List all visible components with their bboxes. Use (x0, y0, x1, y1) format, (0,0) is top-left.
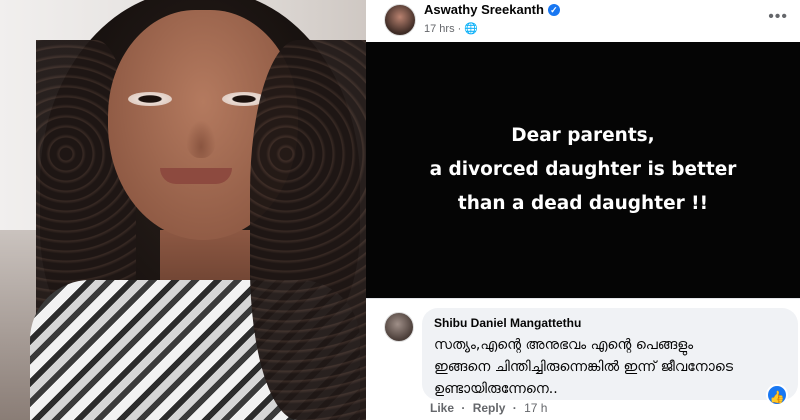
like-button[interactable]: Like (430, 401, 454, 415)
post-image[interactable]: Dear parents, a divorced daughter is bet… (366, 42, 800, 298)
left-eye (128, 92, 172, 106)
reply-button[interactable]: Reply (473, 401, 506, 415)
comment-line-3: ഉണ്ടായിരുന്നേനെ.. (434, 381, 558, 397)
facebook-post-panel: Aswathy Sreekanth ✓ 17 hrs · 🌐 ••• Dear p… (366, 0, 800, 420)
hair-curls-right (250, 40, 366, 420)
post-meta: 17 hrs · 🌐 (424, 22, 478, 35)
comment: Shibu Daniel Mangattethu സത്യം,എന്റെ അനു… (366, 300, 800, 420)
divider (366, 298, 800, 299)
post-time[interactable]: 17 hrs (424, 23, 455, 35)
post-header: Aswathy Sreekanth ✓ 17 hrs · 🌐 ••• (366, 0, 800, 42)
globe-icon: 🌐 (464, 23, 479, 35)
author-avatar[interactable] (384, 4, 416, 36)
comment-bubble: Shibu Daniel Mangattethu സത്യം,എന്റെ അനു… (422, 308, 798, 400)
post-image-line-1: Dear parents, (511, 125, 655, 146)
post-image-text: Dear parents, a divorced daughter is bet… (430, 119, 737, 221)
comment-line-2: ഇങ്ങനെ ചിന്തിച്ചിരുന്നെങ്കിൽ ഇന്ന് ജീവനോ… (434, 359, 733, 375)
comment-text: സത്യം,എന്റെ അനുഭവം എന്റെ പെങ്ങളും ഇങ്ങനെ… (434, 334, 786, 400)
action-separator-2: · (512, 401, 517, 415)
post-author-name[interactable]: Aswathy Sreekanth (424, 2, 544, 17)
comment-actions: Like · Reply · 17 h (430, 401, 551, 415)
profile-photo (0, 0, 366, 420)
post-author[interactable]: Aswathy Sreekanth ✓ (424, 2, 560, 17)
comment-time[interactable]: 17 h (524, 401, 547, 415)
screenshot-root: Aswathy Sreekanth ✓ 17 hrs · 🌐 ••• Dear p… (0, 0, 800, 420)
comment-line-1: സത്യം,എന്റെ അനുഭവം എന്റെ പെങ്ങളും (434, 337, 694, 353)
more-options-icon[interactable]: ••• (768, 8, 788, 26)
smile (160, 168, 232, 184)
post-image-line-2: a divorced daughter is better (429, 159, 737, 180)
like-reaction-icon[interactable]: 👍 (766, 384, 788, 406)
nose (186, 120, 216, 158)
post-image-line-3: than a dead daughter !! (457, 193, 709, 214)
commenter-name[interactable]: Shibu Daniel Mangattethu (434, 316, 786, 330)
verified-badge-icon: ✓ (547, 4, 560, 16)
action-separator: · (461, 401, 466, 415)
commenter-avatar[interactable] (384, 312, 414, 342)
